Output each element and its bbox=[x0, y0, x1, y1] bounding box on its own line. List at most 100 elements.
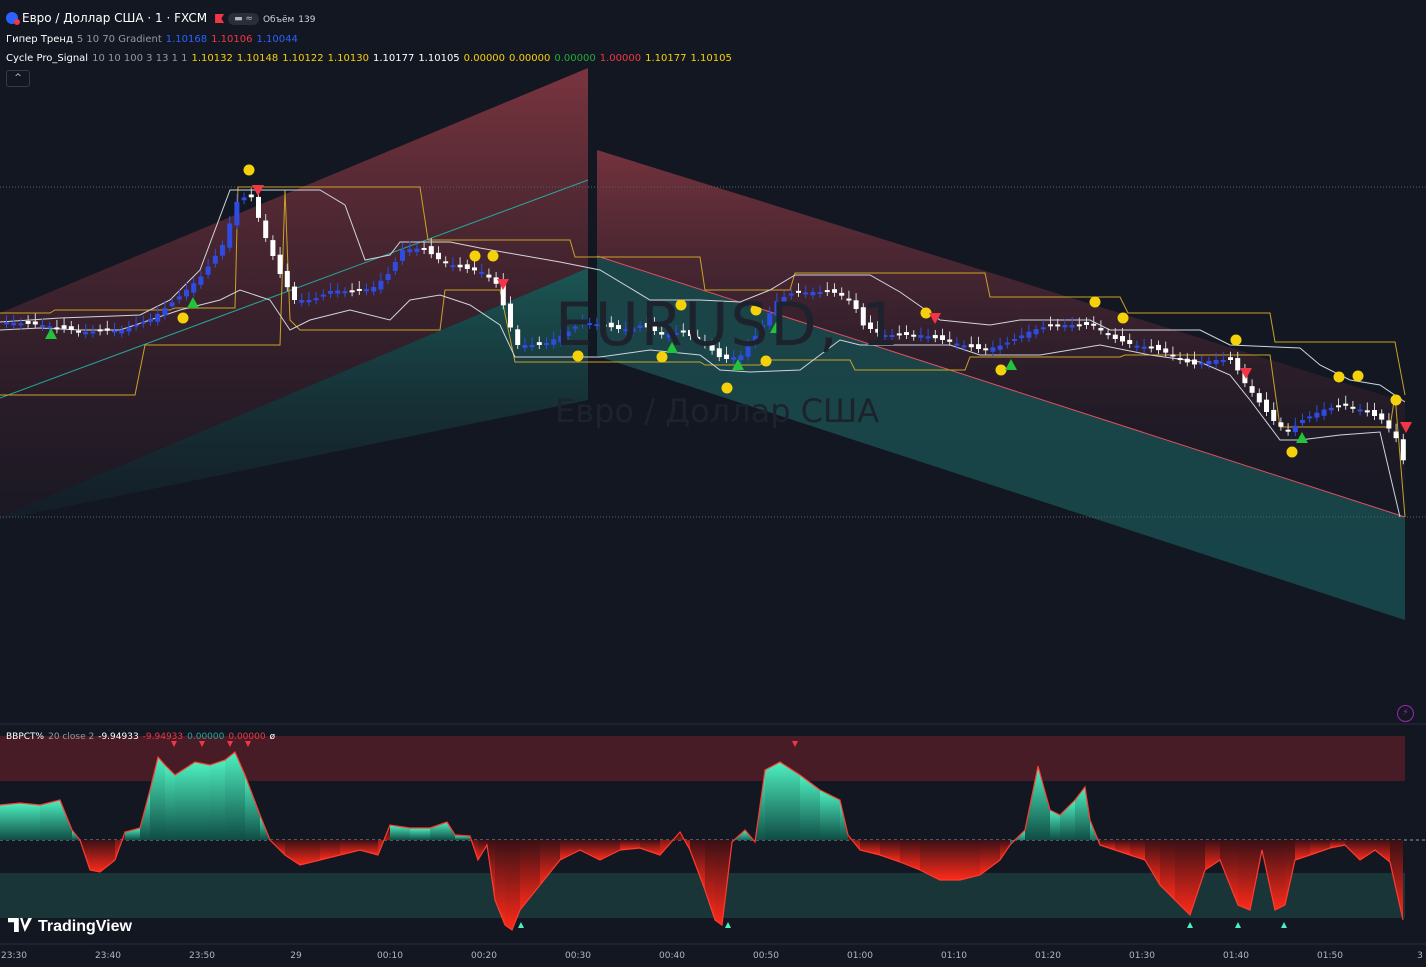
candle-body bbox=[335, 290, 341, 294]
indicator-value: 1.10044 bbox=[256, 34, 298, 45]
candle-body bbox=[112, 330, 117, 333]
price-chart[interactable] bbox=[0, 0, 1426, 967]
candle-body bbox=[270, 240, 276, 256]
candle-body bbox=[256, 196, 261, 218]
lightning-icon[interactable]: ⚡ bbox=[1397, 705, 1414, 722]
visibility-toggle[interactable]: ▬ ≈ bbox=[228, 13, 259, 25]
candle-body bbox=[421, 247, 427, 250]
candle-body bbox=[1062, 325, 1068, 328]
candle-body bbox=[212, 255, 218, 264]
tradingview-logo[interactable]: TradingView bbox=[8, 918, 132, 936]
oscillator-segment bbox=[980, 840, 1000, 875]
oscillator-segment bbox=[640, 840, 660, 855]
oversold-marker-icon bbox=[1235, 922, 1241, 928]
oscillator-segment bbox=[560, 840, 580, 860]
candle-body bbox=[1141, 346, 1147, 349]
candle-body bbox=[1120, 336, 1125, 342]
oscillator-segment bbox=[765, 762, 780, 840]
candle-body bbox=[1112, 334, 1118, 339]
indicator-value: 1.10106 bbox=[211, 34, 253, 45]
candle-body bbox=[443, 261, 449, 264]
candle-body bbox=[227, 223, 233, 248]
candle-body bbox=[997, 345, 1003, 350]
time-tick: 00:50 bbox=[753, 951, 779, 961]
time-tick: 29 bbox=[290, 951, 302, 961]
candle-body bbox=[241, 197, 247, 201]
indicator-value: 1.10130 bbox=[327, 53, 369, 64]
hyper-trend-legend[interactable]: Гипер Тренд 5 10 70 Gradient 1.10168 1.1010… bbox=[6, 34, 302, 46]
indicator-value: 0.00000 bbox=[509, 53, 551, 64]
candle-body bbox=[1278, 422, 1284, 427]
oversold-marker-icon bbox=[725, 922, 731, 928]
candle-body bbox=[464, 264, 470, 269]
indicator-params: 10 10 100 3 13 1 1 bbox=[92, 53, 188, 64]
time-tick: 00:20 bbox=[471, 951, 497, 961]
indicator-params: 20 close 2 bbox=[48, 732, 95, 742]
candle-body bbox=[1307, 416, 1313, 419]
candle-body bbox=[940, 335, 945, 340]
indicator-params: 5 10 70 Gradient bbox=[76, 34, 162, 45]
signal-dot bbox=[1333, 371, 1345, 383]
candle-body bbox=[968, 344, 974, 348]
candle-body bbox=[40, 325, 45, 327]
candle-body bbox=[1220, 360, 1226, 362]
time-axis[interactable]: 23:30 23:40 23:50 29 00:10 00:20 00:30 00:40 00:… bbox=[0, 944, 1426, 967]
time-tick: 00:30 bbox=[565, 951, 591, 961]
candle-body bbox=[529, 345, 535, 347]
candle-body bbox=[328, 291, 333, 294]
oscillator-segment bbox=[960, 840, 980, 880]
candle-body bbox=[1372, 409, 1377, 416]
candle-body bbox=[486, 274, 492, 278]
signal-dot bbox=[1230, 334, 1242, 346]
candle-body bbox=[1249, 386, 1255, 393]
candle-body bbox=[371, 286, 377, 292]
time-tick: 3 bbox=[1417, 951, 1423, 961]
candle-body bbox=[450, 265, 456, 268]
candle-body bbox=[1040, 327, 1046, 330]
indicator-name[interactable]: BBPCT% bbox=[6, 732, 44, 742]
flag-icon[interactable] bbox=[215, 14, 225, 23]
candle-body bbox=[472, 267, 477, 271]
indicator-name[interactable]: Cycle Pro_Signal bbox=[6, 53, 88, 64]
candle-body bbox=[1012, 339, 1017, 341]
time-tick: 01:30 bbox=[1129, 951, 1155, 961]
oscillator-segment bbox=[1310, 840, 1330, 855]
candle-body bbox=[1199, 362, 1205, 365]
cycle-pro-legend[interactable]: Cycle Pro_Signal 10 10 100 3 13 1 1 1.1013… bbox=[6, 53, 740, 65]
collapse-legend-button[interactable]: ^ bbox=[6, 70, 30, 87]
candle-body bbox=[1228, 357, 1233, 360]
candle-body bbox=[436, 252, 441, 260]
candle-body bbox=[32, 321, 38, 325]
candle-body bbox=[126, 327, 132, 332]
signal-dot bbox=[1286, 446, 1298, 458]
candle-body bbox=[299, 300, 305, 303]
candle-body bbox=[1127, 340, 1133, 345]
candle-body bbox=[83, 331, 89, 335]
candle-body bbox=[155, 313, 161, 322]
candle-body bbox=[1292, 425, 1298, 433]
candle-body bbox=[25, 320, 31, 324]
oscillator-segment bbox=[1375, 840, 1390, 862]
candle-body bbox=[320, 294, 326, 297]
candle-body bbox=[1055, 324, 1061, 327]
candle-body bbox=[306, 300, 312, 303]
candle-body bbox=[97, 329, 103, 332]
volume-value: 139 bbox=[298, 15, 316, 25]
symbol-legend[interactable]: Евро / Доллар США · 1 · FXCM ▬ ≈ Объём 139 bbox=[6, 12, 319, 26]
indicator-name[interactable]: Гипер Тренд bbox=[6, 34, 73, 45]
oscillator-segment bbox=[210, 760, 225, 840]
signal-dot bbox=[1117, 312, 1129, 324]
candle-body bbox=[1026, 331, 1032, 338]
candle-body bbox=[515, 329, 521, 345]
bbpct-legend[interactable]: BBPCT% 20 close 2 -9.94933 -9.94933 0.00000 0… bbox=[6, 731, 279, 743]
candle-body bbox=[493, 277, 499, 284]
oscillator-segment bbox=[580, 840, 600, 860]
symbol-logo-icon bbox=[6, 12, 20, 25]
signal-dot bbox=[469, 250, 481, 262]
signal-dot bbox=[243, 164, 255, 176]
brand-name: TradingView bbox=[38, 918, 132, 935]
symbol-title[interactable]: Евро / Доллар США · 1 · FXCM bbox=[22, 11, 207, 25]
time-tick: 23:40 bbox=[95, 951, 121, 961]
candle-body bbox=[414, 248, 420, 252]
oscillator-segment bbox=[505, 840, 512, 930]
